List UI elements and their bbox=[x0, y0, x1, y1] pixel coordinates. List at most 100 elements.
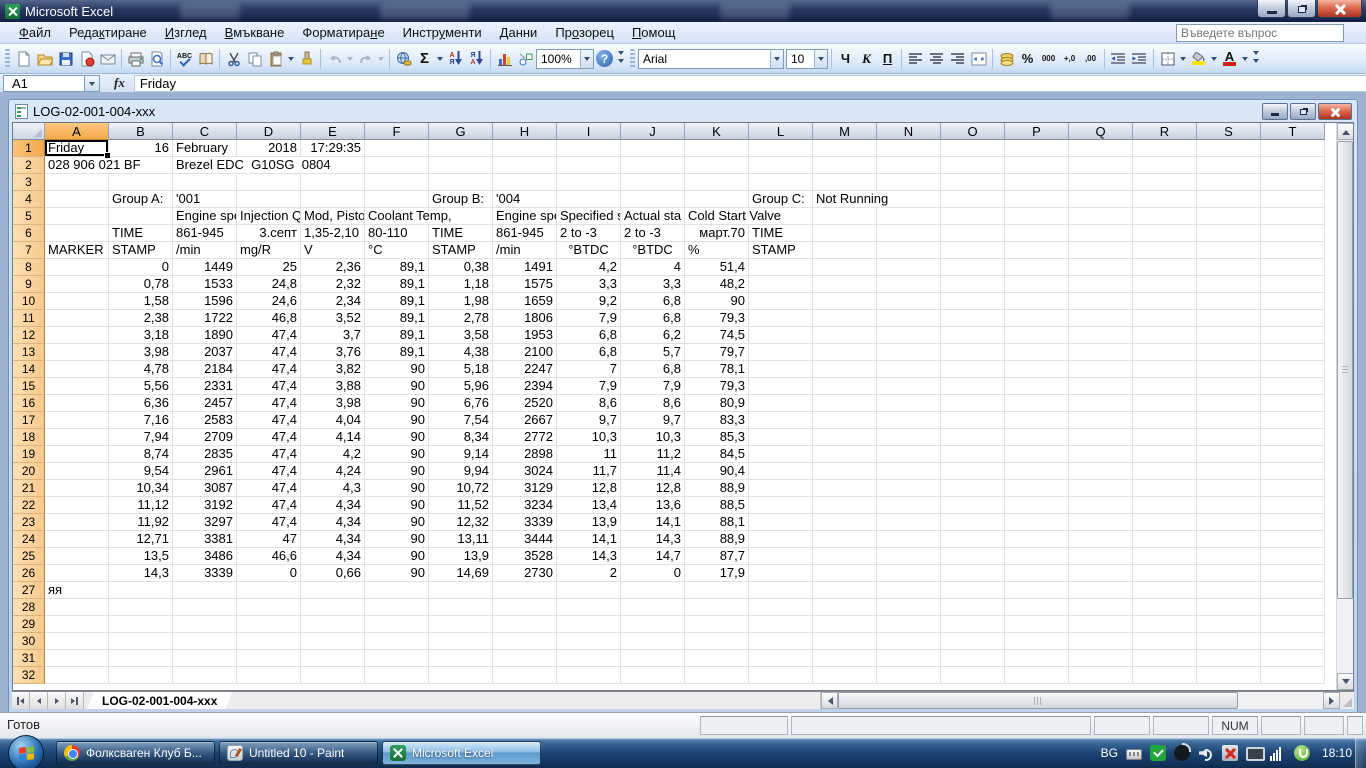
cell-J18[interactable]: 10,3 bbox=[621, 429, 685, 446]
cell-Q15[interactable] bbox=[1069, 378, 1133, 395]
cell-M4[interactable]: Not Running bbox=[813, 191, 941, 208]
cell-B29[interactable] bbox=[109, 616, 173, 633]
chart-wizard-button[interactable] bbox=[494, 48, 515, 70]
cell-O20[interactable] bbox=[941, 463, 1005, 480]
merge-center-button[interactable] bbox=[968, 48, 989, 70]
cell-A22[interactable] bbox=[45, 497, 109, 514]
cell-I25[interactable]: 14,3 bbox=[557, 548, 621, 565]
cell-F14[interactable]: 90 bbox=[365, 361, 429, 378]
cell-E7[interactable]: V bbox=[301, 242, 365, 259]
cell-D20[interactable]: 47,4 bbox=[237, 463, 301, 480]
cell-B10[interactable]: 1,58 bbox=[109, 293, 173, 310]
cell-D6[interactable]: 3.септ bbox=[237, 225, 301, 242]
cell-G32[interactable] bbox=[429, 667, 493, 684]
cell-S11[interactable] bbox=[1197, 310, 1261, 327]
cell-S21[interactable] bbox=[1197, 480, 1261, 497]
cell-G4[interactable]: Group B: bbox=[429, 191, 493, 208]
cell-R17[interactable] bbox=[1133, 412, 1197, 429]
cell-R15[interactable] bbox=[1133, 378, 1197, 395]
scroll-up-button[interactable] bbox=[1337, 123, 1354, 140]
cell-L29[interactable] bbox=[749, 616, 813, 633]
cell-M23[interactable] bbox=[813, 514, 877, 531]
cell-I22[interactable]: 13,4 bbox=[557, 497, 621, 514]
cell-M27[interactable] bbox=[813, 582, 877, 599]
cell-L14[interactable] bbox=[749, 361, 813, 378]
cell-I14[interactable]: 7 bbox=[557, 361, 621, 378]
cell-I7[interactable]: °BTDC bbox=[557, 242, 621, 259]
autosum-button[interactable]: Σ bbox=[414, 48, 435, 70]
open-button[interactable] bbox=[34, 48, 55, 70]
cell-R12[interactable] bbox=[1133, 327, 1197, 344]
question-input[interactable] bbox=[1177, 25, 1343, 41]
cell-A3[interactable] bbox=[45, 174, 109, 191]
first-sheet-button[interactable] bbox=[12, 692, 30, 709]
cell-R6[interactable] bbox=[1133, 225, 1197, 242]
cell-P29[interactable] bbox=[1005, 616, 1069, 633]
cell-J2[interactable] bbox=[621, 157, 685, 174]
cell-C30[interactable] bbox=[173, 633, 237, 650]
italic-button[interactable]: К bbox=[856, 48, 877, 70]
cell-O17[interactable] bbox=[941, 412, 1005, 429]
cell-A15[interactable] bbox=[45, 378, 109, 395]
cell-F29[interactable] bbox=[365, 616, 429, 633]
cell-Q25[interactable] bbox=[1069, 548, 1133, 565]
column-header-P[interactable]: P bbox=[1005, 123, 1069, 140]
cell-G22[interactable]: 11,52 bbox=[429, 497, 493, 514]
cell-J29[interactable] bbox=[621, 616, 685, 633]
cell-M29[interactable] bbox=[813, 616, 877, 633]
cell-S26[interactable] bbox=[1197, 565, 1261, 582]
cell-P18[interactable] bbox=[1005, 429, 1069, 446]
cell-B7[interactable]: STAMP bbox=[109, 242, 173, 259]
cell-N11[interactable] bbox=[877, 310, 941, 327]
cell-K7[interactable]: % bbox=[685, 242, 749, 259]
cell-T27[interactable] bbox=[1261, 582, 1325, 599]
redo-button[interactable] bbox=[355, 48, 376, 70]
cell-O29[interactable] bbox=[941, 616, 1005, 633]
cell-E22[interactable]: 4,34 bbox=[301, 497, 365, 514]
cell-B6[interactable]: TIME bbox=[109, 225, 173, 242]
cell-F11[interactable]: 89,1 bbox=[365, 310, 429, 327]
cell-T17[interactable] bbox=[1261, 412, 1325, 429]
cell-T5[interactable] bbox=[1261, 208, 1325, 225]
name-box[interactable]: A1 bbox=[3, 75, 85, 92]
font-size-dropdown-icon[interactable] bbox=[814, 50, 827, 68]
cell-A27[interactable]: яя bbox=[45, 582, 109, 599]
row-header-22[interactable]: 22 bbox=[13, 497, 45, 514]
cell-E28[interactable] bbox=[301, 599, 365, 616]
cell-G20[interactable]: 9,94 bbox=[429, 463, 493, 480]
cell-T18[interactable] bbox=[1261, 429, 1325, 446]
cell-H12[interactable]: 1953 bbox=[493, 327, 557, 344]
copy-button[interactable] bbox=[244, 48, 265, 70]
cell-L7[interactable]: STAMP bbox=[749, 242, 813, 259]
cell-I31[interactable] bbox=[557, 650, 621, 667]
cell-M32[interactable] bbox=[813, 667, 877, 684]
cell-H5[interactable]: Engine spe bbox=[493, 208, 557, 225]
cell-M15[interactable] bbox=[813, 378, 877, 395]
cut-button[interactable] bbox=[223, 48, 244, 70]
cell-L25[interactable] bbox=[749, 548, 813, 565]
cell-N14[interactable] bbox=[877, 361, 941, 378]
keyboard-layout-icon[interactable] bbox=[1126, 749, 1142, 760]
cell-P1[interactable] bbox=[1005, 140, 1069, 157]
cell-A9[interactable] bbox=[45, 276, 109, 293]
cell-E18[interactable]: 4,14 bbox=[301, 429, 365, 446]
cell-L1[interactable] bbox=[749, 140, 813, 157]
new-button[interactable] bbox=[13, 48, 34, 70]
cell-D10[interactable]: 24,6 bbox=[237, 293, 301, 310]
cell-I11[interactable]: 7,9 bbox=[557, 310, 621, 327]
cell-K21[interactable]: 88,9 bbox=[685, 480, 749, 497]
cell-J15[interactable]: 7,9 bbox=[621, 378, 685, 395]
cell-T16[interactable] bbox=[1261, 395, 1325, 412]
cell-D30[interactable] bbox=[237, 633, 301, 650]
cell-S17[interactable] bbox=[1197, 412, 1261, 429]
decrease-decimal-button[interactable]: ,00 bbox=[1080, 48, 1101, 70]
cell-G14[interactable]: 5,18 bbox=[429, 361, 493, 378]
row-header-25[interactable]: 25 bbox=[13, 548, 45, 565]
cell-C11[interactable]: 1722 bbox=[173, 310, 237, 327]
cell-K1[interactable] bbox=[685, 140, 749, 157]
cell-N7[interactable] bbox=[877, 242, 941, 259]
cell-L22[interactable] bbox=[749, 497, 813, 514]
cell-R24[interactable] bbox=[1133, 531, 1197, 548]
cell-M1[interactable] bbox=[813, 140, 877, 157]
workbook-title-bar[interactable]: LOG-02-001-004-xxx bbox=[9, 100, 1357, 122]
